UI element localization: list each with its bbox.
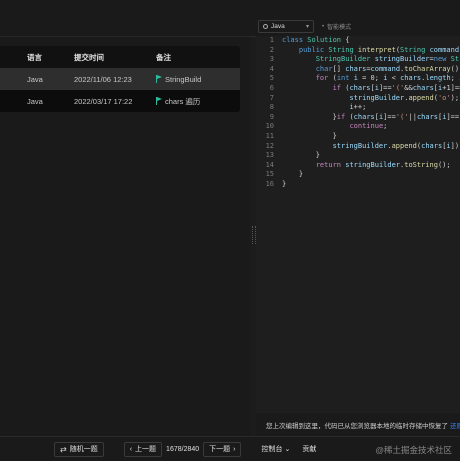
- line-number: 5: [269, 74, 274, 83]
- code-line: 16}: [256, 180, 460, 190]
- code-lines: 1 class Solution { 2 public String interp…: [256, 36, 460, 190]
- chevron-down-icon: ⌄: [284, 446, 291, 453]
- code-line: 5 for (int i = 0; i < chars.length; i++): [256, 74, 460, 84]
- line-number: 12: [265, 141, 274, 150]
- table-header: 语言 提交时间 备注: [0, 46, 240, 68]
- language-value: Java: [271, 23, 285, 30]
- prev-question-button[interactable]: ‹ 上一题: [123, 441, 163, 457]
- bullet-icon: •: [322, 23, 325, 30]
- restore-notice: 您上次编辑到这里，代码已从您浏览器本地的临时存储中恢复了 还原默认: [256, 413, 460, 436]
- code-line: 15 }: [256, 170, 460, 180]
- cell-note: chars 遍历: [156, 96, 240, 107]
- code-line: 10 continue;: [256, 122, 460, 132]
- flag-icon: [156, 75, 162, 83]
- code-line: 4 char[] chars=command.toCharArray();: [256, 65, 460, 75]
- line-number: 9: [269, 112, 274, 121]
- prev-question-label: 上一题: [135, 446, 157, 453]
- code-line: 8 i++;: [256, 103, 460, 113]
- line-number: 4: [269, 64, 274, 73]
- submissions-table: 语言 提交时间 备注 Java 2022/11/06 12:23 StringB…: [0, 46, 240, 112]
- line-number: 15: [265, 170, 274, 179]
- table-row[interactable]: Java 2022/03/17 17:22 chars 遍历: [0, 90, 240, 112]
- line-number: 10: [265, 122, 274, 131]
- code-line: 14 return stringBuilder.toString();: [256, 161, 460, 171]
- code-line: 6 if (chars[i]=='('&&chars[i+1]==')': [256, 84, 460, 94]
- line-number: 7: [269, 93, 274, 102]
- next-question-label: 下一题: [209, 446, 231, 453]
- code-line: 2 public String interpret(String command…: [256, 46, 460, 56]
- random-question-button[interactable]: ⇄ 随机一题: [54, 441, 104, 457]
- cell-lang: Java: [27, 74, 43, 84]
- clock-icon: [263, 24, 268, 29]
- console-label: 控制台: [261, 446, 283, 453]
- line-number: 2: [269, 45, 274, 54]
- code-line: 3 StringBuilder stringBuilder=new String…: [256, 55, 460, 65]
- code-line: 9 }if (chars[i]=='('||chars[i]==')'): [256, 113, 460, 123]
- panel-topbar: [0, 0, 250, 37]
- line-number: 6: [269, 83, 274, 92]
- flag-icon: [156, 97, 162, 105]
- code-line: 1 class Solution {: [256, 36, 460, 46]
- contribute-button[interactable]: 贡献: [302, 444, 316, 454]
- next-question-button[interactable]: 下一题 ›: [203, 441, 242, 457]
- cell-note: StringBuild: [156, 75, 240, 84]
- language-select[interactable]: Java ▾: [258, 20, 314, 33]
- restore-default-link[interactable]: 还原默认: [450, 420, 460, 430]
- submissions-panel: 语言 提交时间 备注 Java 2022/11/06 12:23 StringB…: [0, 0, 250, 436]
- chevron-right-icon: ›: [233, 445, 236, 453]
- cell-time: 2022/11/06 12:23: [74, 74, 132, 84]
- console-toggle[interactable]: 控制台 ⌄: [261, 444, 290, 454]
- line-number: 11: [265, 131, 274, 140]
- note-text: StringBuild: [165, 74, 202, 84]
- random-question-label: 随机一题: [69, 446, 98, 453]
- line-number: 8: [269, 103, 274, 112]
- smart-mode-toggle[interactable]: • 智能模式: [322, 22, 352, 32]
- question-counter: 1678/2840: [166, 445, 200, 453]
- smart-mode-label: 智能模式: [327, 25, 352, 31]
- code-editor[interactable]: 1 class Solution { 2 public String interp…: [256, 36, 460, 413]
- line-number: 1: [269, 36, 274, 44]
- chevron-left-icon: ‹: [129, 445, 133, 453]
- line-number: 14: [265, 160, 274, 169]
- line-number: 3: [269, 55, 274, 64]
- col-note-header: 备注: [156, 52, 171, 62]
- table-row[interactable]: Java 2022/11/06 12:23 StringBuild: [0, 68, 240, 90]
- chevron-down-icon: ▾: [305, 24, 309, 30]
- editor-toolbar: Java ▾ • 智能模式: [250, 17, 460, 37]
- code-line: 12 stringBuilder.append(chars[i]);: [256, 142, 460, 152]
- col-lang-header: 语言: [27, 52, 42, 62]
- cell-time: 2022/03/17 17:22: [74, 96, 133, 106]
- code-line: 13 }: [256, 151, 460, 161]
- watermark: @稀土掘金技术社区: [375, 445, 452, 455]
- col-time-header: 提交时间: [74, 52, 104, 62]
- note-text: chars 遍历: [165, 96, 201, 106]
- line-number: 16: [265, 179, 274, 188]
- line-number: 13: [265, 151, 274, 160]
- restore-notice-text: 您上次编辑到这里，代码已从您浏览器本地的临时存储中恢复了: [266, 422, 448, 430]
- code-line: 11 }: [256, 132, 460, 142]
- cell-lang: Java: [27, 96, 43, 106]
- code-line: 7 stringBuilder.append('o');: [256, 94, 460, 104]
- shuffle-icon: ⇄: [60, 444, 67, 454]
